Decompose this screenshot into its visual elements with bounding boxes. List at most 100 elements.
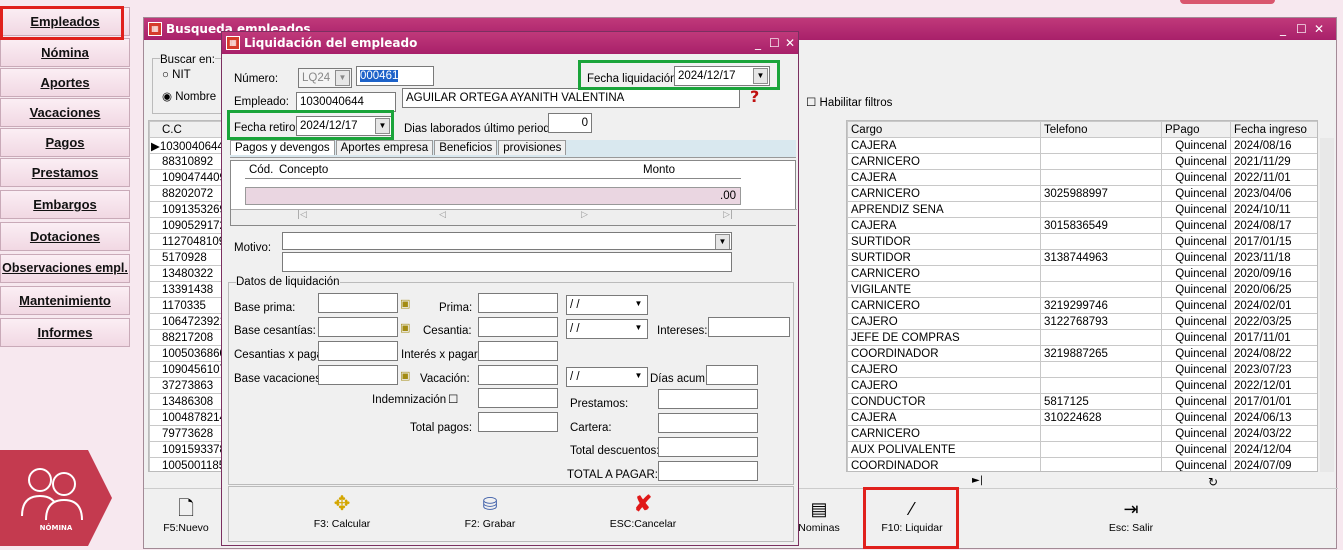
menu-prestamos[interactable]: Prestamos	[0, 158, 130, 187]
prima-field[interactable]	[478, 293, 558, 313]
table-row[interactable]: 1091593378	[149, 441, 221, 458]
table-row[interactable]: 1170335	[149, 297, 221, 314]
maximize-icon[interactable]: ☐	[1296, 18, 1307, 40]
table-row[interactable]: 1005036860	[149, 345, 221, 362]
prev-record-icon[interactable]: ◁	[439, 210, 446, 220]
dialog-minimize-icon[interactable]: _	[755, 32, 761, 54]
table-row[interactable]: CARNICERO 3025988997 Quincenal 2023/04/06	[847, 185, 1317, 202]
table-row[interactable]: CAJERO Quincenal 2022/12/01	[847, 377, 1317, 394]
grabar-button[interactable]: ⛁ F2: Grabar	[450, 490, 530, 530]
table-row[interactable]: 13486308	[149, 393, 221, 410]
menu-embargos[interactable]: Embargos	[0, 190, 130, 219]
table-row[interactable]: 88202072	[149, 185, 221, 202]
table-row[interactable]: 1064723921	[149, 313, 221, 330]
table-row[interactable]: 1091353269	[149, 201, 221, 218]
table-row[interactable]: 88310892	[149, 153, 221, 170]
table-row[interactable]: CAJERA Quincenal 2024/08/16	[847, 137, 1317, 154]
intereses-field[interactable]	[708, 317, 790, 337]
close-icon[interactable]: ✕	[1314, 18, 1324, 40]
cancelar-button[interactable]: ✘ ESC:Cancelar	[598, 490, 688, 530]
last-record-icon[interactable]: ►|	[972, 475, 983, 486]
base-prima-field[interactable]	[318, 293, 398, 313]
dias-laborados-field[interactable]: 0	[548, 113, 592, 133]
col-ppago[interactable]: PPago	[1161, 121, 1231, 138]
table-row[interactable]: 88217208	[149, 329, 221, 346]
first-record-icon[interactable]: |◁	[297, 210, 307, 220]
table-row[interactable]: APRENDIZ SENA Quincenal 2024/10/11	[847, 201, 1317, 218]
tab-beneficios[interactable]: Beneficios	[434, 140, 498, 155]
calc-icon[interactable]: ▣	[400, 369, 410, 382]
col-telefono[interactable]: Telefono	[1040, 121, 1162, 138]
menu-nomina[interactable]: Nómina	[0, 38, 130, 67]
base-vacaciones-field[interactable]	[318, 365, 398, 385]
table-row[interactable]: CARNICERO Quincenal 2024/03/22	[847, 425, 1317, 442]
menu-aportes[interactable]: Aportes	[0, 68, 130, 97]
cesantias-pagar-field[interactable]	[318, 341, 398, 361]
table-row[interactable]: 1090529172	[149, 217, 221, 234]
interes-pagar-field[interactable]	[478, 341, 558, 361]
calc-icon[interactable]: ▣	[400, 321, 410, 334]
new-button[interactable]: 🗋 F5:Nuevo	[156, 496, 216, 534]
table-row[interactable]: CONDUCTOR 5817125 Quincenal 2017/01/01	[847, 393, 1317, 410]
prima-date[interactable]: / / ▼	[566, 295, 648, 315]
motivo-select[interactable]: ▼	[282, 232, 732, 250]
vacacion-date[interactable]: / / ▼	[566, 367, 648, 387]
table-row[interactable]: 37273863	[149, 377, 221, 394]
menu-pagos[interactable]: Pagos	[0, 128, 130, 157]
grid-scrollbar[interactable]	[1320, 138, 1334, 472]
table-row[interactable]: CAJERA 3015836549 Quincenal 2024/08/17	[847, 217, 1317, 234]
table-row[interactable]: 1004878214	[149, 409, 221, 426]
cesantia-field[interactable]	[478, 317, 558, 337]
last-record-nav-icon[interactable]: ▷|	[723, 210, 733, 220]
menu-mantenimiento[interactable]: Mantenimiento	[0, 286, 130, 315]
menu-vacaciones[interactable]: Vacaciones	[0, 98, 130, 127]
table-row[interactable]: 79773628	[149, 425, 221, 442]
table-row[interactable]: COORDINADOR 3219887265 Quincenal 2024/08/22	[847, 345, 1317, 362]
next-record-icon[interactable]: ▷	[581, 210, 588, 220]
radio-nit[interactable]: ○ NIT	[162, 69, 191, 81]
concept-row[interactable]: .00	[245, 187, 741, 205]
empleado-name-field[interactable]: AGUILAR ORTEGA AYANITH VALENTINA	[402, 88, 740, 108]
base-cesantias-field[interactable]	[318, 317, 398, 337]
tab-aportes-empresa[interactable]: Aportes empresa	[335, 140, 434, 155]
table-row[interactable]: CARNICERO Quincenal 2020/09/16	[847, 265, 1317, 282]
numero-field[interactable]: 000461	[356, 66, 434, 86]
filter-checkbox[interactable]: ☐ Habilitar filtros	[806, 95, 892, 109]
table-row[interactable]: CARNICERO 3219299746 Quincenal 2024/02/01	[847, 297, 1317, 314]
table-row[interactable]: 13391438	[149, 281, 221, 298]
nominas-button[interactable]: ▤ Nominas	[794, 496, 844, 534]
table-row[interactable]: 1090456107	[149, 361, 221, 378]
numero-prefix-select[interactable]: LQ24 ▼	[298, 68, 352, 88]
dialog-close-icon[interactable]: ✕	[785, 32, 795, 54]
table-row[interactable]: SURTIDOR Quincenal 2017/01/15	[847, 233, 1317, 250]
table-row[interactable]: VIGILANTE Quincenal 2020/06/25	[847, 281, 1317, 298]
table-row[interactable]: CAJERA 310224628 Quincenal 2024/06/13	[847, 409, 1317, 426]
cartera-field[interactable]	[658, 413, 758, 433]
table-row[interactable]: COORDINADOR Quincenal 2024/07/09	[847, 457, 1317, 471]
menu-observaciones[interactable]: Observaciones empl.	[0, 254, 130, 283]
vacacion-field[interactable]	[478, 365, 558, 385]
table-row[interactable]: JEFE DE COMPRAS Quincenal 2017/11/01	[847, 329, 1317, 346]
calcular-button[interactable]: ✥ F3: Calcular	[302, 490, 382, 530]
menu-informes[interactable]: Informes	[0, 318, 130, 347]
radio-nombre[interactable]: ◉ Nombre	[162, 89, 216, 103]
tab-provisiones[interactable]: provisiones	[498, 140, 567, 155]
col-cargo[interactable]: Cargo	[847, 121, 1041, 138]
dialog-maximize-icon[interactable]: ☐	[769, 32, 780, 54]
menu-dotaciones[interactable]: Dotaciones	[0, 222, 130, 251]
total-pagar-field[interactable]	[658, 461, 758, 481]
motivo-text[interactable]	[282, 252, 732, 272]
table-row[interactable]: CAJERA Quincenal 2022/11/01	[847, 169, 1317, 186]
table-row[interactable]: 13480322	[149, 265, 221, 282]
total-descuentos-field[interactable]	[658, 437, 758, 457]
minimize-icon[interactable]: _	[1280, 18, 1286, 40]
dias-acum-field[interactable]	[706, 365, 758, 385]
col-fecha-ingreso[interactable]: Fecha ingreso	[1230, 121, 1317, 138]
indemnizacion-field[interactable]	[478, 388, 558, 408]
table-row[interactable]: SURTIDOR 3138744963 Quincenal 2023/11/18	[847, 249, 1317, 266]
table-row[interactable]: AUX POLIVALENTE Quincenal 2024/12/04	[847, 441, 1317, 458]
table-row[interactable]: CAJERO Quincenal 2023/07/23	[847, 361, 1317, 378]
cesantia-date[interactable]: / / ▼	[566, 319, 648, 339]
table-row[interactable]: CAJERO 3122768793 Quincenal 2022/03/25	[847, 313, 1317, 330]
prestamos-field[interactable]	[658, 389, 758, 409]
